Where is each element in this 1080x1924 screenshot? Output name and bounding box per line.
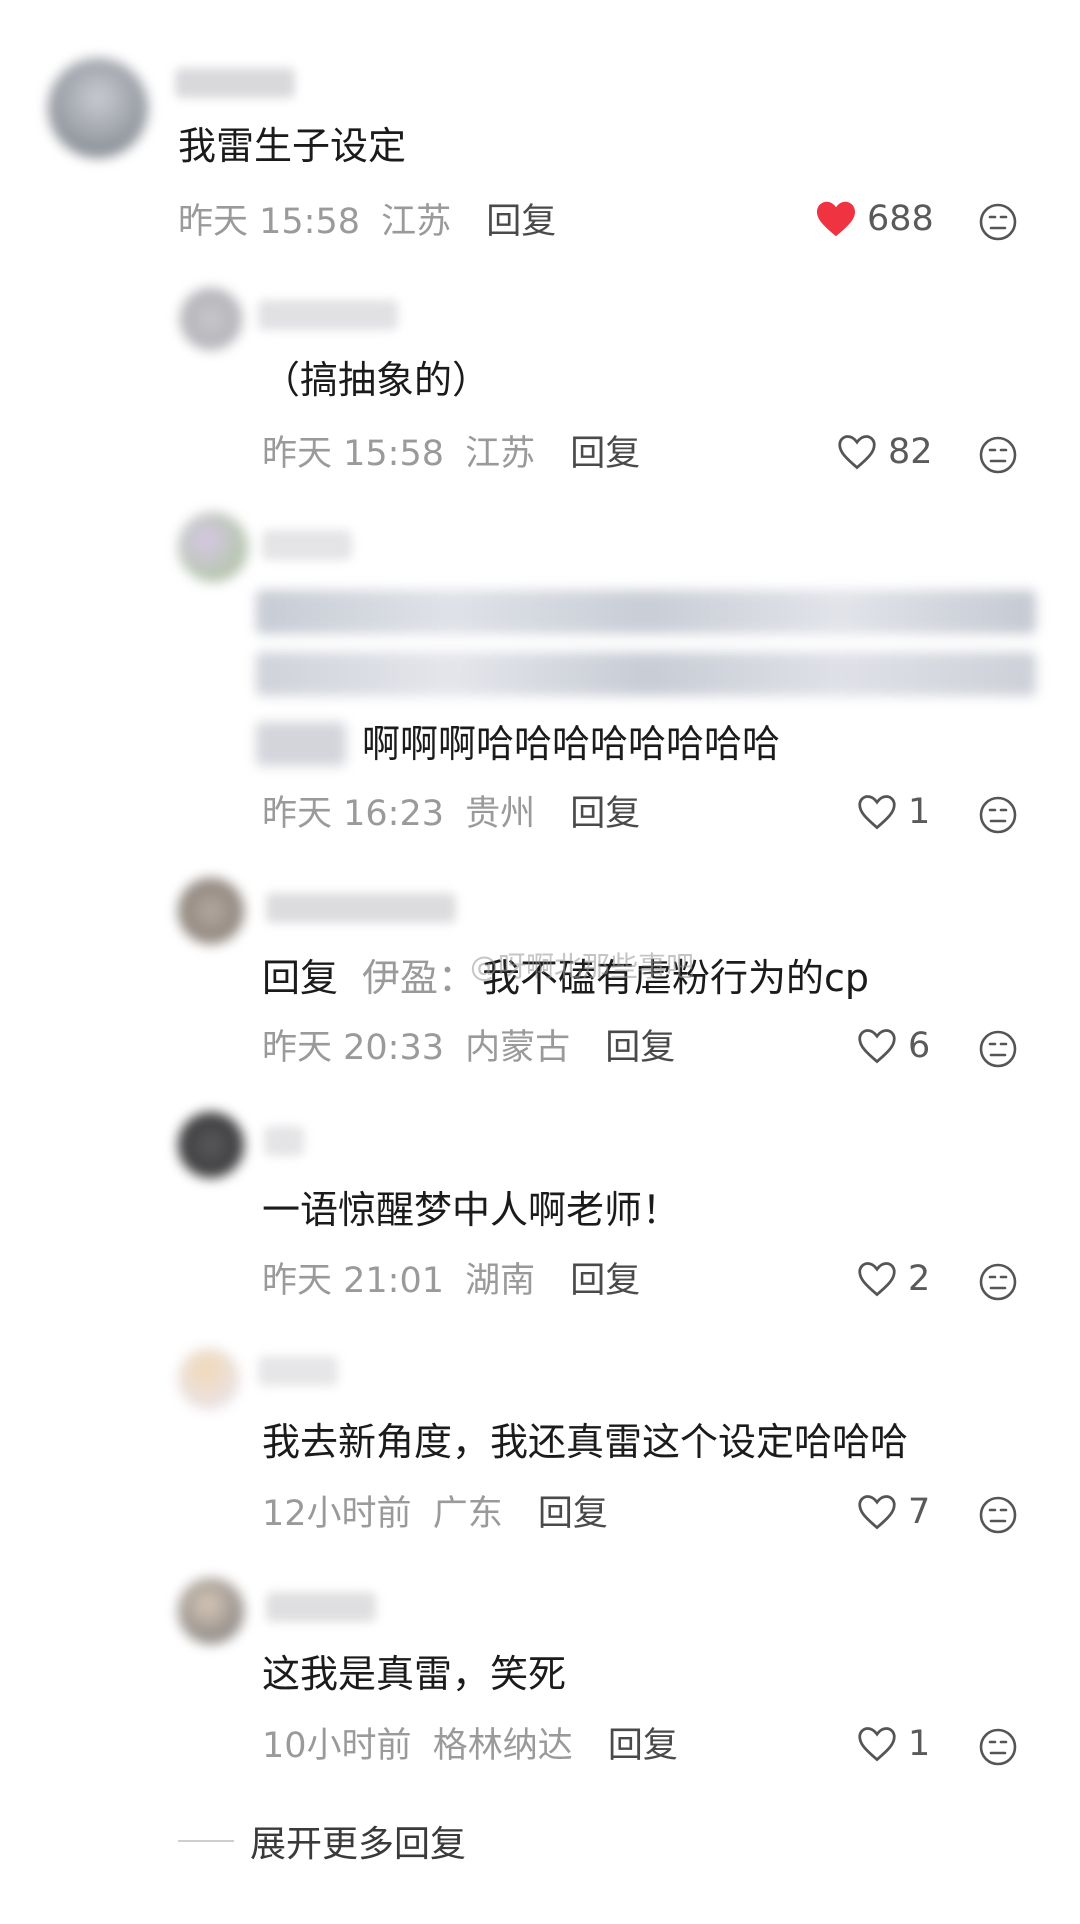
avatar[interactable] [178,1578,244,1644]
like-button[interactable]: 2 [856,1259,930,1299]
username-blurred[interactable] [175,68,295,98]
heart-filled-icon [817,201,855,237]
like-count: 1 [908,792,931,832]
dislike-face-icon[interactable] [978,202,1018,242]
dislike-face-icon[interactable] [978,435,1018,475]
like-count: 688 [867,199,934,239]
reply-button[interactable]: 回复 [570,1261,640,1301]
username-blurred[interactable] [264,1126,304,1156]
like-button[interactable]: 1 [856,792,930,832]
reply-button[interactable]: 回复 [486,202,556,242]
comment-text: （搞抽象的） [262,358,491,402]
comment-time: 昨天 15:58 [262,434,444,474]
comment-location: 江苏 [381,202,452,242]
comment-meta: 12小时前 广东 回复 [262,1492,608,1536]
avatar[interactable] [178,1112,244,1178]
reply-button[interactable]: 回复 [538,1494,608,1534]
reply-button[interactable]: 回复 [570,434,640,474]
comment-text-blurred [256,722,346,766]
comment-text: 一语惊醒梦中人啊老师！ [262,1188,681,1232]
reply-prefix: 回复 [262,956,339,1000]
username-blurred[interactable] [258,1356,338,1386]
watermark: @呀啊北那些事吧 [470,950,695,983]
comment-text-blurred [256,652,1036,696]
comment-meta: 10小时前 格林纳达 回复 [262,1724,678,1768]
avatar[interactable] [180,288,242,350]
comment-location: 广东 [432,1494,503,1534]
like-count: 82 [888,432,933,472]
avatar[interactable] [178,512,248,582]
comment-time: 昨天 20:33 [262,1028,444,1068]
heart-outline-icon [858,1029,896,1064]
reply-to-user[interactable]: 伊盈： [362,956,476,1000]
comment-text-blurred [256,590,1036,634]
comment-text: 我去新角度，我还真雷这个设定哈哈哈 [262,1420,909,1464]
comment-time: 昨天 16:23 [262,794,444,834]
username-blurred[interactable] [266,893,456,923]
avatar[interactable] [178,878,244,944]
reply-button[interactable]: 回复 [605,1028,675,1068]
reply-button[interactable]: 回复 [570,794,640,834]
heart-outline-icon [858,1262,896,1297]
comment-text: 啊啊啊哈哈哈哈哈哈哈哈 [362,722,781,766]
comment-time: 12小时前 [262,1494,412,1534]
dislike-face-icon[interactable] [978,1262,1018,1302]
comment-location: 格林纳达 [432,1726,573,1766]
dislike-face-icon[interactable] [978,1495,1018,1535]
heart-outline-icon [858,795,896,830]
divider-line [178,1840,234,1842]
username-blurred[interactable] [258,300,398,330]
comment-location: 内蒙古 [465,1028,571,1068]
like-count: 7 [908,1492,931,1532]
comment-text: 这我是真雷，笑死 [262,1652,567,1696]
like-count: 2 [908,1259,931,1299]
comment-time: 昨天 21:01 [262,1261,444,1301]
like-button[interactable]: 1 [856,1724,930,1764]
like-button[interactable]: 688 [815,199,934,239]
username-blurred[interactable] [262,530,352,560]
like-button[interactable]: 7 [856,1492,930,1532]
expand-more-replies-button[interactable]: 展开更多回复 [178,1815,466,1867]
comment-text: 我雷生子设定 [178,124,407,168]
heart-outline-icon [858,1727,896,1762]
username-blurred[interactable] [266,1592,376,1622]
heart-outline-icon [858,1495,896,1530]
like-count: 6 [908,1026,931,1066]
comment-time: 10小时前 [262,1726,412,1766]
comment-meta: 昨天 15:58 江苏 回复 [178,200,556,244]
heart-outline-icon [838,435,876,470]
dislike-face-icon[interactable] [978,1727,1018,1767]
like-button[interactable]: 6 [856,1026,930,1066]
like-button[interactable]: 82 [836,432,933,472]
comment-location: 湖南 [465,1261,536,1301]
comment-meta: 昨天 20:33 内蒙古 回复 [262,1026,675,1070]
dislike-face-icon[interactable] [978,1029,1018,1069]
comment-meta: 昨天 21:01 湖南 回复 [262,1259,640,1303]
comment-meta: 昨天 15:58 江苏 回复 [262,432,640,476]
comment-location: 江苏 [465,434,536,474]
dislike-face-icon[interactable] [978,795,1018,835]
reply-button[interactable]: 回复 [608,1726,678,1766]
avatar[interactable] [48,58,148,158]
comment-time: 昨天 15:58 [178,202,360,242]
comment-location: 贵州 [465,794,536,834]
expand-more-label: 展开更多回复 [250,1824,467,1865]
like-count: 1 [908,1724,931,1764]
avatar[interactable] [178,1348,240,1410]
comment-meta: 昨天 16:23 贵州 回复 [262,792,640,836]
